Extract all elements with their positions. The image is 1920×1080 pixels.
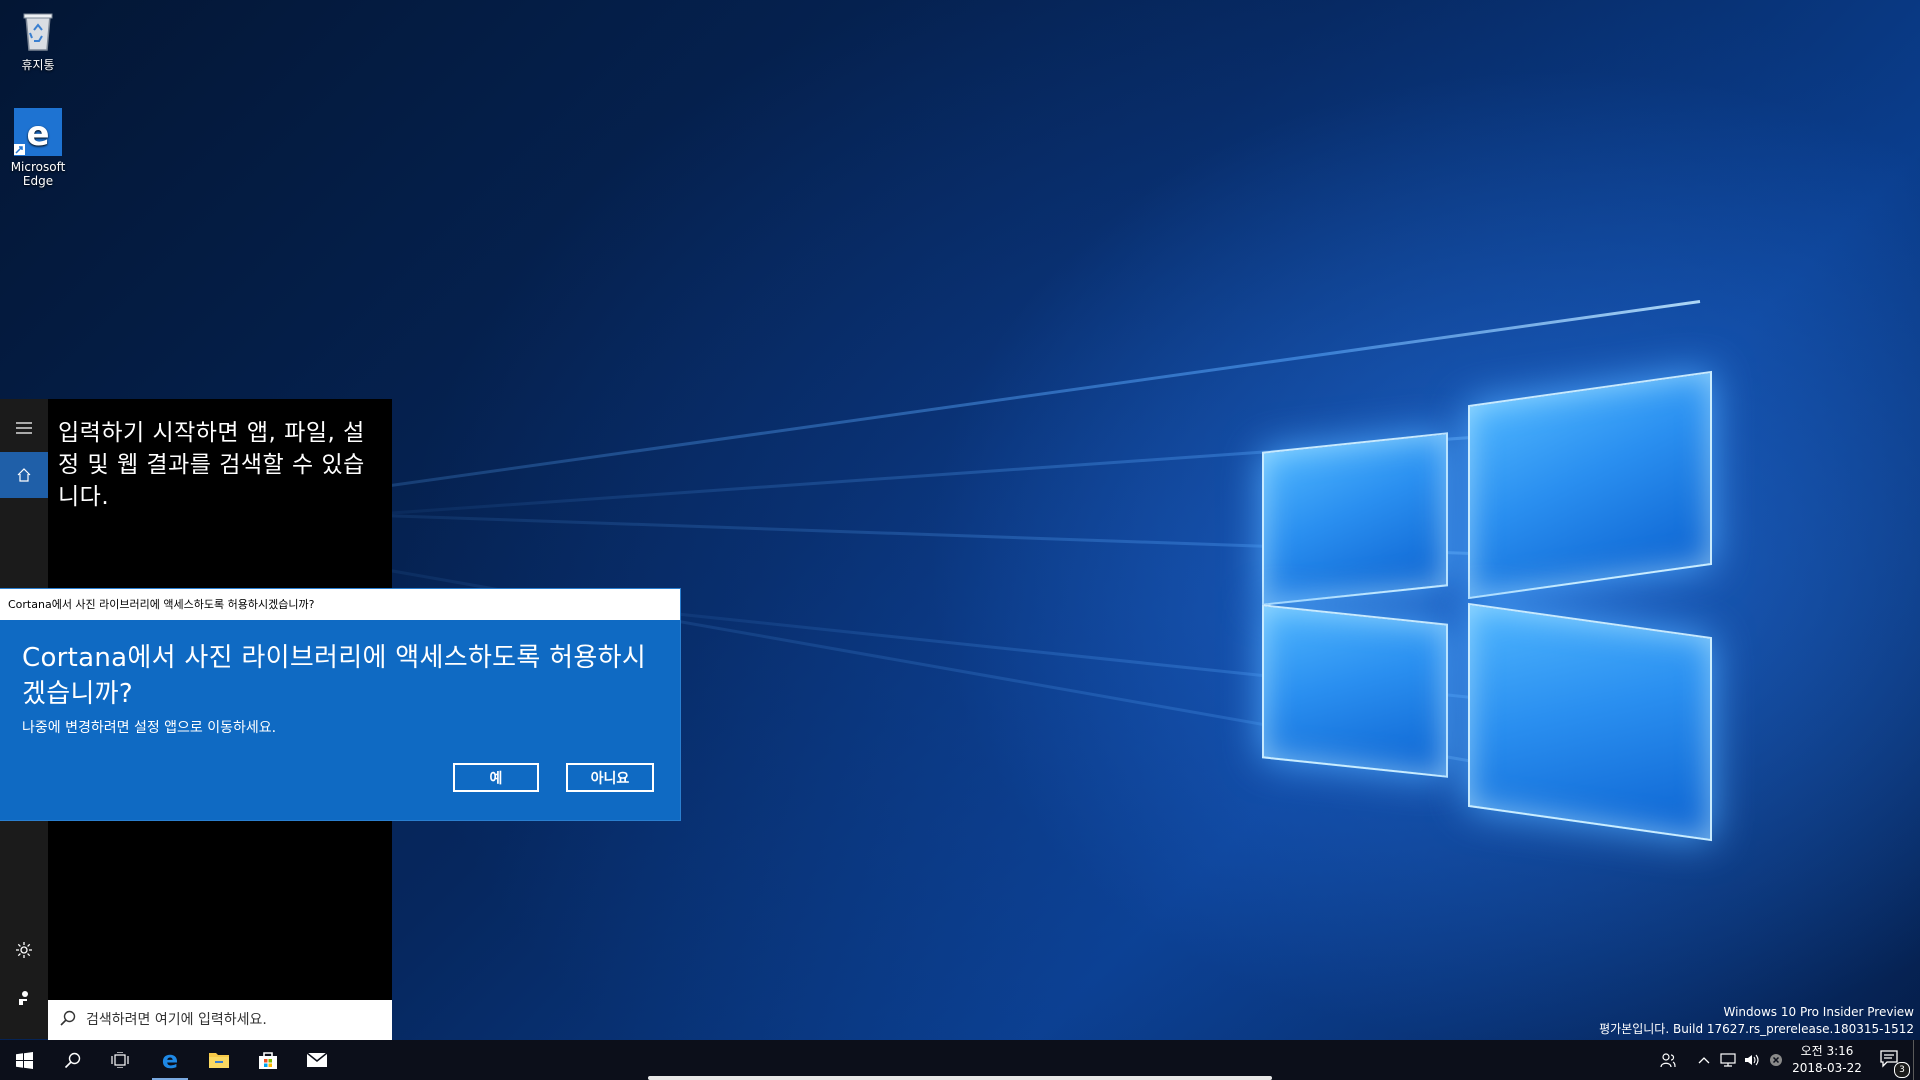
search-icon[interactable] xyxy=(48,1040,96,1080)
taskbar: e 오전 3:16 2018-03-22 3 xyxy=(0,1040,1920,1080)
search-input[interactable] xyxy=(86,1012,366,1028)
svg-text:e: e xyxy=(26,114,49,154)
people-icon[interactable] xyxy=(1654,1040,1682,1080)
clock-date: 2018-03-22 xyxy=(1792,1061,1862,1075)
network-icon[interactable] xyxy=(1717,1040,1739,1080)
action-center-icon[interactable]: 3 xyxy=(1874,1040,1910,1080)
chevron-up-icon[interactable] xyxy=(1693,1040,1715,1080)
desktop-icon-recycle-bin[interactable]: 휴지통 xyxy=(0,6,76,72)
watermark-build: 평가본입니다. Build 17627.rs_prerelease.180315… xyxy=(1599,1022,1914,1036)
hamburger-menu-icon[interactable] xyxy=(0,405,48,451)
gear-icon[interactable] xyxy=(0,927,48,973)
taskbar-search-box[interactable] xyxy=(48,1000,392,1040)
edge-icon[interactable]: e xyxy=(146,1040,194,1080)
search-hint-text: 입력하기 시작하면 앱, 파일, 설정 및 웹 결과를 검색할 수 있습니다. xyxy=(58,420,365,510)
show-desktop-button[interactable] xyxy=(1913,1040,1914,1080)
taskbar-clock[interactable]: 오전 3:16 2018-03-22 xyxy=(1782,1043,1872,1077)
desktop-icon-label: Microsoft Edge xyxy=(10,160,66,188)
cortana-permission-dialog: Cortana에서 사진 라이브러리에 액세스하도록 허용하시겠습니까? Cor… xyxy=(0,589,680,820)
windows-logo-light xyxy=(1262,370,1722,842)
recycle-bin-icon xyxy=(14,6,62,54)
windows-start-icon[interactable] xyxy=(0,1040,48,1080)
task-view-icon[interactable] xyxy=(96,1040,144,1080)
watermark-edition: Windows 10 Pro Insider Preview xyxy=(1723,1005,1914,1019)
clock-time: 오전 3:16 xyxy=(1800,1044,1854,1058)
no-button[interactable]: 아니요 xyxy=(566,763,654,792)
dialog-heading: Cortana에서 사진 라이브러리에 액세스하도록 허용하시겠습니까? xyxy=(22,643,647,709)
store-icon[interactable] xyxy=(244,1040,292,1080)
yes-button[interactable]: 예 xyxy=(453,763,539,792)
feedback-icon[interactable] xyxy=(0,975,48,1021)
file-explorer-icon[interactable] xyxy=(195,1040,243,1080)
dialog-subtitle: 나중에 변경하려면 설정 앱으로 이동하세요. xyxy=(22,720,277,736)
mail-icon[interactable] xyxy=(293,1040,341,1080)
volume-icon[interactable] xyxy=(1741,1040,1763,1080)
build-watermark: Windows 10 Pro Insider Preview 평가본입니다. B… xyxy=(1599,1004,1914,1038)
notification-badge: 3 xyxy=(1894,1062,1910,1078)
desktop-icon-edge[interactable]: e Microsoft Edge xyxy=(0,108,76,188)
edge-icon: e xyxy=(14,108,62,156)
dialog-title-bar: Cortana에서 사진 라이브러리에 액세스하도록 허용하시겠습니까? xyxy=(0,589,680,620)
svg-text:e: e xyxy=(162,1049,178,1071)
home-icon[interactable] xyxy=(0,452,48,498)
scroll-indicator xyxy=(648,1076,1272,1080)
desktop-icon-label: 휴지통 xyxy=(21,58,55,72)
search-icon xyxy=(60,1010,76,1030)
